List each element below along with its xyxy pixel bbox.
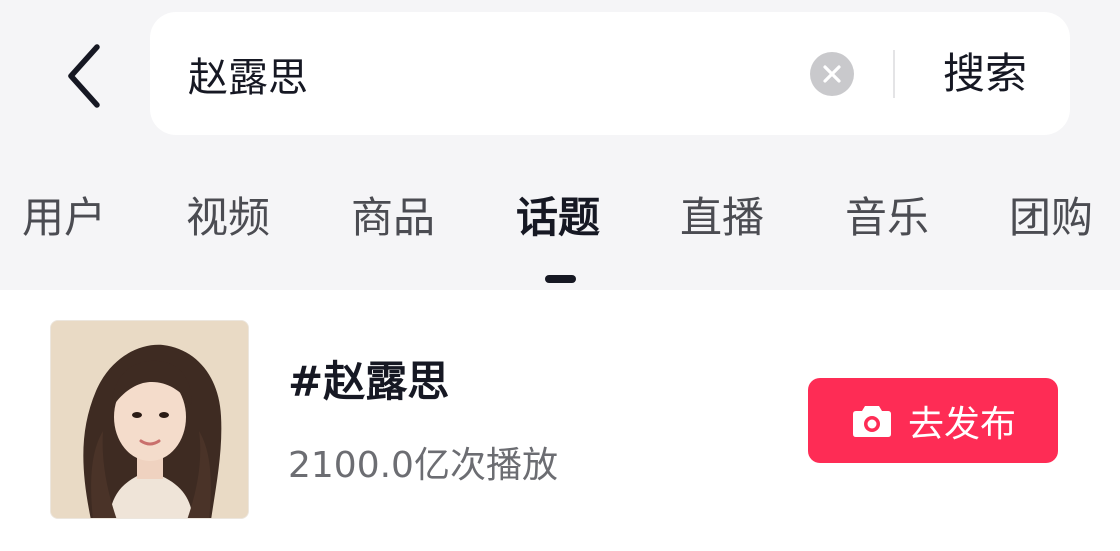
clear-circle-icon	[823, 65, 841, 83]
search-header: 搜索 用户 视频 商品 话题 直播 音乐 团购	[0, 0, 1120, 290]
tab-products[interactable]: 商品	[351, 178, 435, 258]
tab-videos[interactable]: 视频	[186, 178, 270, 258]
publish-button[interactable]: 去发布	[808, 378, 1058, 463]
search-input[interactable]	[188, 12, 788, 135]
portrait-image	[51, 321, 248, 518]
search-bar: 搜索	[150, 12, 1070, 135]
search-divider	[893, 50, 895, 98]
camera-icon	[850, 399, 894, 443]
tab-live[interactable]: 直播	[680, 178, 764, 258]
clear-search-button[interactable]	[810, 52, 854, 96]
tab-group-buy[interactable]: 团购	[1009, 178, 1093, 258]
topic-avatar	[50, 320, 249, 519]
publish-button-label: 去发布	[907, 403, 1016, 445]
topic-result-row[interactable]: #赵露思 2100.0亿次播放 去发布	[0, 290, 1120, 551]
topic-play-count: 2100.0亿次播放	[288, 445, 558, 486]
category-tabs: 用户 视频 商品 话题 直播 音乐 团购	[0, 178, 1120, 258]
back-button[interactable]	[52, 38, 116, 114]
tab-music[interactable]: 音乐	[845, 178, 929, 258]
tab-topics[interactable]: 话题	[516, 178, 600, 258]
tab-users[interactable]: 用户	[22, 178, 106, 258]
active-tab-indicator	[545, 275, 576, 283]
search-submit-button[interactable]: 搜索	[920, 12, 1050, 135]
topic-title: #赵露思	[288, 357, 450, 406]
chevron-left-icon	[68, 44, 100, 108]
